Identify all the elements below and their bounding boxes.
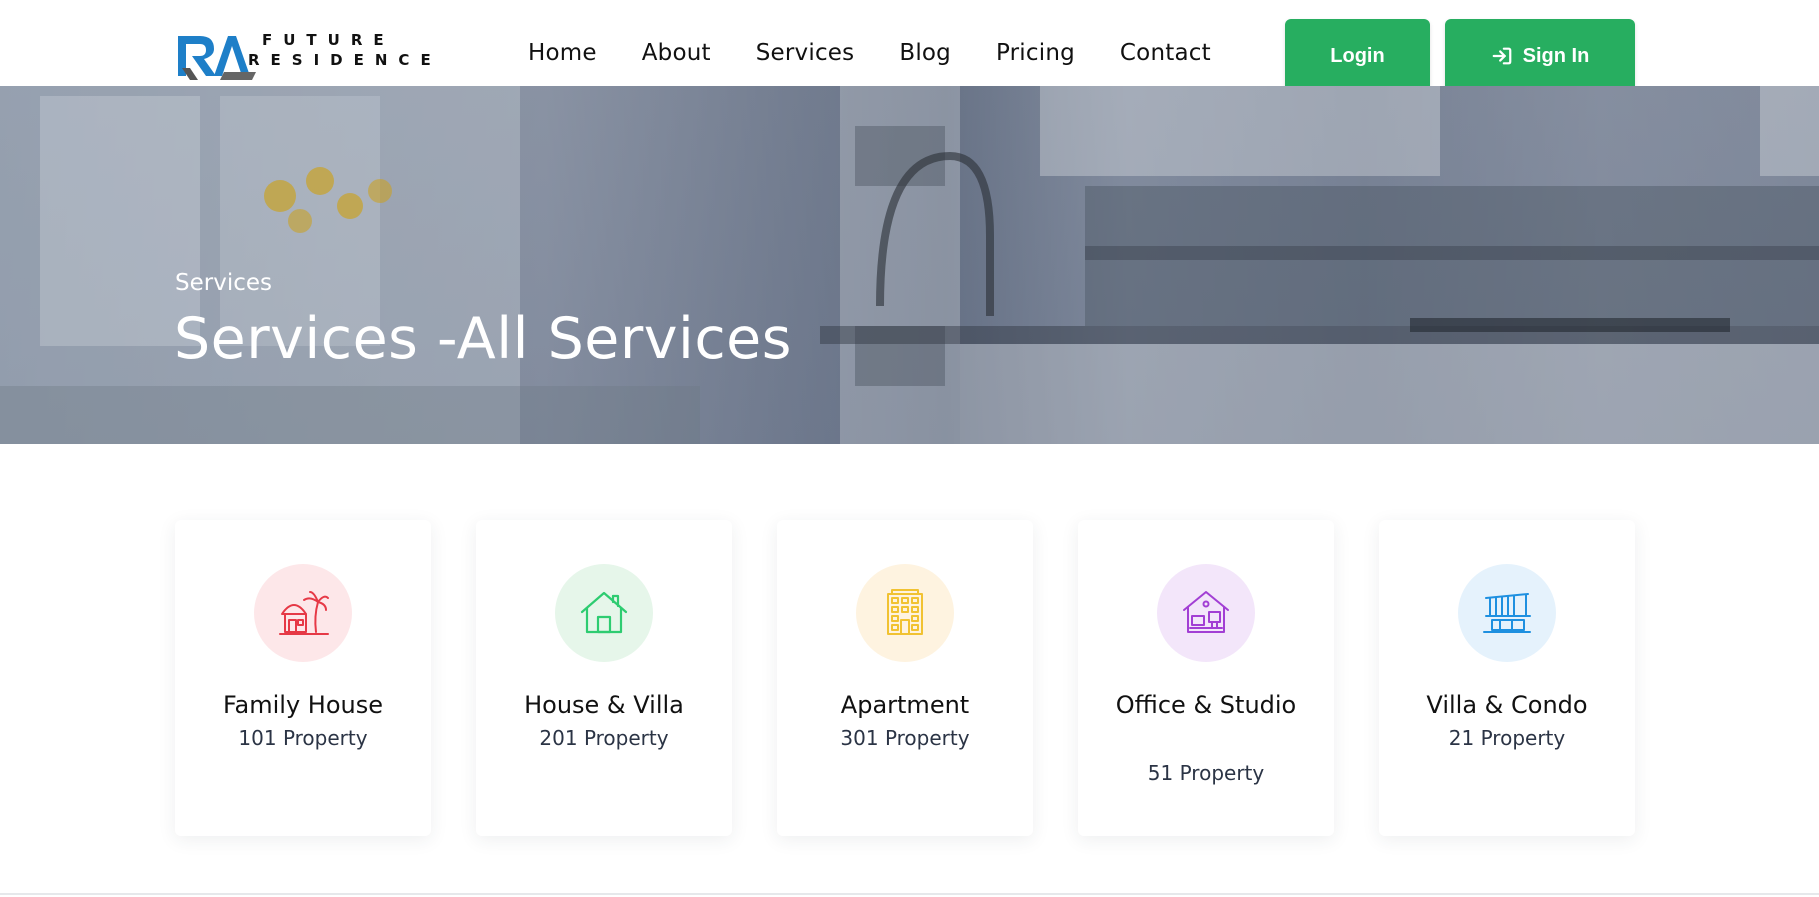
villa-icon bbox=[1483, 593, 1531, 633]
card-title: Villa & Condo bbox=[1426, 691, 1588, 719]
login-button-label: Login bbox=[1330, 44, 1385, 67]
hero-banner: Services Services -All Services bbox=[0, 86, 1819, 444]
page-title: Services -All Services bbox=[174, 306, 792, 372]
icon-circle bbox=[856, 564, 954, 662]
kitchen-background-image bbox=[0, 86, 1819, 444]
nav-about[interactable]: About bbox=[642, 40, 711, 66]
house-icon bbox=[580, 591, 628, 634]
icon-circle bbox=[1458, 564, 1556, 662]
sign-in-button-label: Sign In bbox=[1522, 44, 1590, 67]
sign-in-button[interactable]: Sign In bbox=[1445, 19, 1635, 93]
card-count: 21 Property bbox=[1448, 726, 1566, 750]
logo-line1: FUTURE bbox=[262, 31, 395, 49]
nav-contact[interactable]: Contact bbox=[1120, 40, 1211, 66]
card-count: 301 Property bbox=[840, 726, 970, 750]
office-icon bbox=[1183, 591, 1229, 633]
nav-services[interactable]: Services bbox=[756, 40, 855, 66]
card-count: 201 Property bbox=[539, 726, 669, 750]
beach-hut-icon bbox=[279, 591, 329, 635]
service-card-office-studio[interactable]: Office & Studio 51 Property bbox=[1078, 520, 1334, 836]
icon-circle bbox=[1157, 564, 1255, 662]
card-title: House & Villa bbox=[524, 691, 684, 719]
section-divider bbox=[0, 893, 1819, 895]
nav-pricing[interactable]: Pricing bbox=[996, 40, 1075, 66]
card-count: 101 Property bbox=[238, 726, 368, 750]
card-title: Family House bbox=[222, 691, 384, 719]
logo-line2: RESIDENCE bbox=[248, 51, 442, 69]
service-card-house-villa[interactable]: House & Villa 201 Property bbox=[476, 520, 732, 836]
sign-in-icon bbox=[1492, 47, 1512, 65]
main-nav: Home About Services Blog Pricing Contact bbox=[528, 40, 1256, 66]
service-categories: Family House 101 Property House & Villa … bbox=[175, 520, 1635, 836]
building-icon bbox=[887, 589, 923, 635]
card-count: 51 Property bbox=[1147, 761, 1265, 785]
icon-circle bbox=[254, 564, 352, 662]
card-title: Apartment bbox=[840, 691, 970, 719]
service-card-family-house[interactable]: Family House 101 Property bbox=[175, 520, 431, 836]
logo[interactable]: FUTURE RESIDENCE bbox=[176, 28, 436, 80]
nav-blog[interactable]: Blog bbox=[899, 40, 951, 66]
icon-circle bbox=[555, 564, 653, 662]
nav-home[interactable]: Home bbox=[528, 40, 597, 66]
hero-subtitle: Services bbox=[175, 270, 272, 296]
card-title: Office & Studio bbox=[1115, 691, 1297, 719]
login-button[interactable]: Login bbox=[1285, 19, 1430, 93]
site-header: FUTURE RESIDENCE Home About Services Blo… bbox=[0, 0, 1819, 93]
service-card-villa-condo[interactable]: Villa & Condo 21 Property bbox=[1379, 520, 1635, 836]
service-card-apartment[interactable]: Apartment 301 Property bbox=[777, 520, 1033, 836]
